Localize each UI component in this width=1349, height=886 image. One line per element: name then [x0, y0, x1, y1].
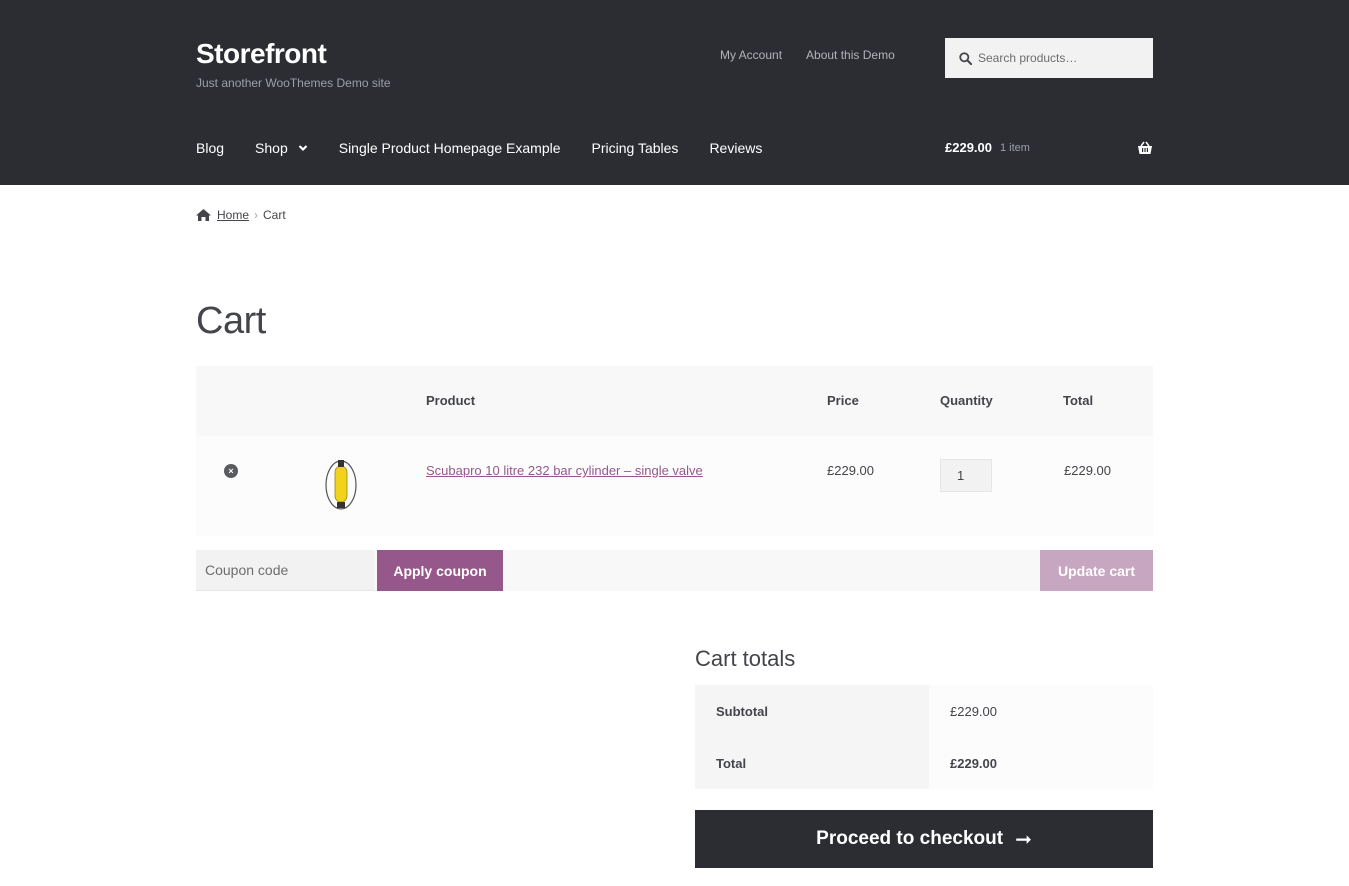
product-search [945, 38, 1153, 78]
breadcrumb-separator: › [254, 208, 259, 222]
nav-item-label: Blog [196, 140, 225, 156]
total-label: Total [695, 737, 929, 789]
cart-actions: Apply coupon Update cart [196, 550, 1153, 591]
close-icon: × [228, 465, 234, 476]
subtotal-label: Subtotal [695, 685, 929, 737]
nav-item-label: Reviews [709, 140, 763, 156]
nav-item-reviews[interactable]: Reviews [709, 140, 762, 156]
page-title: Cart [196, 300, 266, 342]
breadcrumb-current: Cart [263, 208, 286, 222]
update-cart-button[interactable]: Update cart [1040, 550, 1153, 591]
cart-totals-table: Subtotal £229.00 Total £229.00 [695, 685, 1153, 789]
column-header-price: Price [827, 393, 859, 408]
coupon-code-input[interactable] [196, 550, 374, 591]
site-title[interactable]: Storefront [196, 38, 327, 70]
mini-cart-amount: £229.00 [945, 140, 992, 155]
breadcrumb-home-link[interactable]: Home [217, 208, 249, 222]
nav-item-blog[interactable]: Blog [196, 140, 224, 156]
site-tagline: Just another WooThemes Demo site [196, 76, 391, 90]
item-total: £229.00 [1064, 463, 1111, 478]
column-header-quantity: Quantity [940, 393, 993, 408]
nav-item-label: Pricing Tables [591, 140, 679, 156]
total-value: £229.00 [929, 737, 1153, 789]
cart-totals-title: Cart totals [695, 646, 796, 671]
checkout-label: Proceed to checkout [816, 828, 1004, 849]
nav-item-pricing-tables[interactable]: Pricing Tables [592, 140, 679, 156]
quantity-input[interactable] [940, 459, 992, 492]
product-name-link[interactable]: Scubapro 10 litre 232 bar cylinder – sin… [426, 463, 703, 478]
nav-about-demo-link[interactable]: About this Demo [806, 48, 895, 62]
remove-item-button[interactable]: × [224, 464, 238, 478]
cart-table-header: Product Price Quantity Total [196, 366, 1153, 436]
primary-nav: Blog Shop Single Product Homepage Exampl… [196, 140, 793, 156]
item-price: £229.00 [827, 463, 874, 478]
mini-cart[interactable]: £229.00 1 item [945, 140, 1153, 155]
basket-icon [1138, 141, 1152, 154]
nav-item-shop[interactable]: Shop [255, 140, 308, 156]
mini-cart-count: 1 item [1000, 141, 1030, 154]
product-thumbnail[interactable] [324, 458, 358, 512]
cart-table: Product Price Quantity Total × Scubapro … [196, 366, 1153, 536]
secondary-nav: My Account About this Demo [720, 48, 895, 62]
column-header-total: Total [1063, 393, 1094, 408]
breadcrumb: Home › Cart [196, 208, 286, 222]
column-header-product: Product [426, 393, 476, 408]
nav-my-account-link[interactable]: My Account [720, 48, 782, 62]
proceed-to-checkout-button[interactable]: Proceed to checkout ➞ [695, 810, 1153, 868]
apply-coupon-button[interactable]: Apply coupon [377, 550, 503, 591]
total-row: Total £229.00 [695, 737, 1153, 789]
cart-item-row: × Scubapro 10 litre 232 bar cylinder – s… [196, 436, 1153, 536]
nav-item-label: Single Product Homepage Example [338, 140, 561, 156]
search-input[interactable] [978, 51, 1138, 65]
subtotal-value: £229.00 [929, 685, 1153, 737]
nav-item-label: Shop [255, 140, 288, 156]
chevron-down-icon [298, 145, 308, 152]
subtotal-row: Subtotal £229.00 [695, 685, 1153, 737]
nav-item-single-product[interactable]: Single Product Homepage Example [339, 140, 561, 156]
home-icon [196, 209, 211, 221]
arrow-right-icon: ➞ [1015, 828, 1032, 851]
site-header: Storefront Just another WooThemes Demo s… [0, 0, 1349, 185]
search-icon [959, 51, 972, 65]
